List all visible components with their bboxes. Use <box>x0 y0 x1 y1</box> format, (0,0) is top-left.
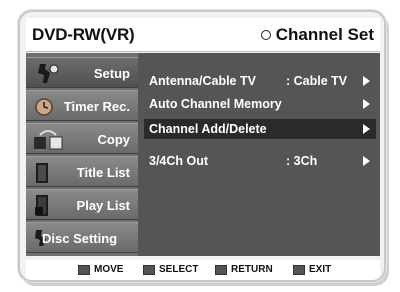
menu-row-label: Antenna/Cable TV <box>149 74 256 88</box>
sidebar-item-title-list[interactable]: Title List <box>26 156 138 187</box>
osd-body: Setup Timer Rec. Copy Title List Play Li… <box>26 53 380 256</box>
menu-row-channel-add-delete[interactable]: Channel Add/Delete <box>144 119 376 139</box>
arrow-right-icon <box>363 76 370 86</box>
select-icon <box>143 264 155 275</box>
menu-row-value: : 3Ch <box>286 154 318 168</box>
hint-move-label: MOVE <box>94 264 124 275</box>
title-list-icon <box>36 163 48 183</box>
copy-icon <box>34 130 63 150</box>
menu-panel: Antenna/Cable TV : Cable TV Auto Channel… <box>138 53 380 256</box>
arrow-right-icon <box>363 156 370 166</box>
menu-row-value: : Cable TV <box>286 74 348 88</box>
section-title-text: Channel Set <box>275 25 374 44</box>
hint-select-label: SELECT <box>159 264 199 275</box>
menu-row-label: Channel Add/Delete <box>149 122 267 136</box>
hint-exit: EXIT <box>293 264 331 275</box>
timer-icon <box>35 98 53 116</box>
osd-footer: MOVE SELECT RETURN EXIT <box>26 260 380 280</box>
hint-return-label: RETURN <box>231 264 273 275</box>
exit-icon <box>293 264 305 275</box>
device-title: DVD-RW(VR) <box>32 25 135 44</box>
setup-icon <box>38 64 59 83</box>
sidebar-item-copy[interactable]: Copy <box>26 123 138 154</box>
sidebar-item-timer-rec[interactable]: Timer Rec. <box>26 90 138 121</box>
osd-header: DVD-RW(VR) Channel Set <box>26 18 380 52</box>
arrow-right-icon <box>363 124 370 134</box>
menu-row-3-4ch-out[interactable]: 3/4Ch Out : 3Ch <box>144 151 376 171</box>
menu-row-auto-channel-memory[interactable]: Auto Channel Memory <box>144 94 376 114</box>
osd-frame: DVD-RW(VR) Channel Set Setup Timer Rec. <box>18 10 386 282</box>
circle-icon <box>260 30 271 40</box>
sidebar-item-setup[interactable]: Setup <box>26 57 138 88</box>
sidebar: Setup Timer Rec. Copy Title List Play Li… <box>26 53 138 256</box>
menu-row-antenna-cable-tv[interactable]: Antenna/Cable TV : Cable TV <box>144 71 376 91</box>
menu-row-label: 3/4Ch Out <box>149 154 209 168</box>
section-title: Channel Set <box>260 25 374 45</box>
return-icon <box>215 264 227 275</box>
sidebar-item-label: Setup <box>93 66 130 81</box>
menu-row-label: Auto Channel Memory <box>149 97 282 111</box>
sidebar-item-disc-setting[interactable]: Disc Setting <box>26 222 138 253</box>
sidebar-item-play-list[interactable]: Play List <box>26 189 138 220</box>
hint-select: SELECT <box>143 264 198 275</box>
hint-return: RETURN <box>215 264 273 275</box>
sidebar-item-label: Title List <box>76 165 130 180</box>
sidebar-item-label: Play List <box>76 198 130 213</box>
sidebar-item-label: Disc Setting <box>42 231 118 246</box>
hint-exit-label: EXIT <box>309 264 332 275</box>
sidebar-item-label: Copy <box>97 132 131 147</box>
play-list-icon <box>35 195 48 216</box>
sidebar-item-label: Timer Rec. <box>63 99 130 114</box>
move-icon <box>78 264 90 275</box>
hint-move: MOVE <box>78 264 123 275</box>
arrow-right-icon <box>363 99 370 109</box>
